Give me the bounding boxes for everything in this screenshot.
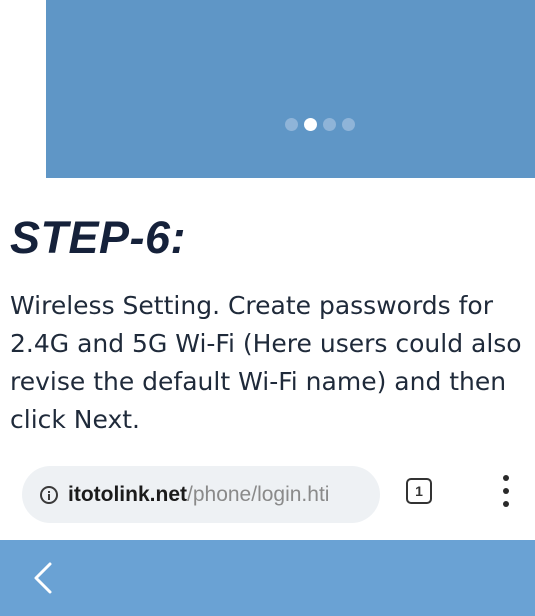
url-path: /phone/login.hti	[187, 482, 330, 506]
step-description: Wireless Setting. Create passwords for 2…	[10, 291, 522, 434]
carousel-dot[interactable]	[323, 118, 336, 131]
address-bar[interactable]: itotolink.net/phone/login.hti	[22, 466, 380, 523]
carousel-dot-active[interactable]	[304, 118, 317, 131]
carousel-dot[interactable]	[285, 118, 298, 131]
more-vertical-icon[interactable]	[503, 475, 509, 507]
url-text[interactable]: itotolink.net/phone/login.hti	[68, 483, 329, 507]
carousel-banner[interactable]	[46, 0, 535, 178]
info-icon[interactable]	[40, 485, 58, 504]
carousel-pagination	[285, 118, 355, 131]
browser-toolbar: itotolink.net/phone/login.hti 1	[0, 453, 535, 543]
carousel-dot[interactable]	[342, 118, 355, 131]
app-header	[0, 540, 535, 616]
url-domain: itotolink.net	[68, 482, 187, 506]
step-title: STEP-6:	[10, 212, 187, 263]
chevron-left-icon[interactable]	[28, 558, 58, 598]
tab-switcher-button[interactable]: 1	[406, 478, 432, 504]
